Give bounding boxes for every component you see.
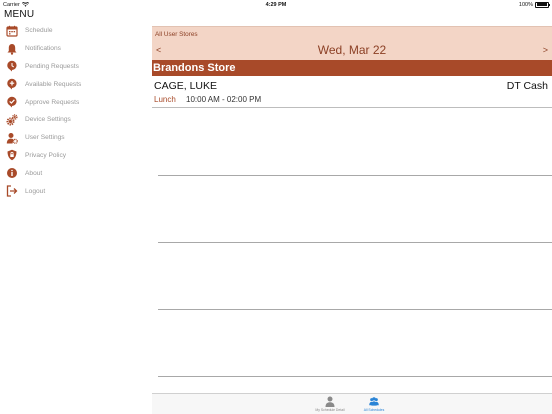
sidebar-item-pending-requests[interactable]: Pending Requests [0, 58, 150, 76]
schedule-content: All User Stores < Wed, Mar 22 > Brandons… [152, 26, 552, 108]
sidebar-item-label: Notifications [25, 45, 61, 53]
list-divider [158, 175, 552, 176]
sidebar-item-label: Logout [25, 187, 46, 195]
tab-my-schedule-detail[interactable]: My Schedule Detail [308, 396, 352, 412]
list-divider [158, 309, 552, 310]
break-label: Lunch [154, 95, 176, 104]
battery-indicator: 100% [518, 1, 550, 8]
sidebar-item-label: Privacy Policy [25, 151, 67, 159]
user-settings-icon [6, 132, 18, 144]
sidebar-item-about[interactable]: About [0, 164, 150, 182]
calendar-icon [6, 25, 18, 37]
available-icon [6, 78, 18, 90]
sidebar-item-device-settings[interactable]: Device Settings [0, 111, 150, 129]
sidebar-item-approve-requests[interactable]: Approve Requests [0, 93, 150, 111]
status-bar: Carrier 4:29 PM 100% [0, 0, 552, 9]
list-divider [158, 242, 552, 243]
employee-name: CAGE, LUKE [154, 80, 218, 92]
store-filter[interactable]: All User Stores [155, 31, 198, 38]
pending-icon [6, 60, 18, 72]
date-header: All User Stores < Wed, Mar 22 > [152, 26, 552, 60]
info-icon [6, 167, 18, 179]
tab-label: All Schedules [363, 407, 385, 412]
bell-icon [6, 43, 18, 55]
sidebar-item-logout[interactable]: Logout [0, 182, 150, 200]
status-time: 4:29 PM [265, 1, 287, 8]
gears-icon [6, 114, 18, 126]
sidebar-item-label: Pending Requests [25, 62, 79, 70]
sidebar-item-privacy-policy[interactable]: Privacy Policy [0, 147, 150, 165]
sidebar-menu: Schedule Notifications Pending Requests … [0, 22, 150, 200]
person-icon [325, 396, 335, 407]
approve-icon [6, 96, 18, 108]
sidebar-item-label: User Settings [25, 134, 65, 142]
current-date: Wed, Mar 22 [317, 43, 387, 57]
sidebar-item-label: About [25, 169, 43, 177]
shift-row[interactable]: CAGE, LUKE DT Cash Lunch 10:00 AM - 02:0… [152, 76, 552, 108]
tab-bar: My Schedule Detail All Schedules [152, 393, 552, 414]
sidebar-item-notifications[interactable]: Notifications [0, 40, 150, 58]
sidebar-item-label: Device Settings [25, 116, 71, 124]
logout-icon [6, 185, 18, 197]
tab-all-schedules[interactable]: All Schedules [352, 396, 396, 412]
sidebar-item-label: Available Requests [25, 80, 82, 88]
menu-title: MENU [4, 9, 35, 20]
group-icon [369, 397, 379, 406]
battery-percent: 100% [518, 1, 533, 8]
sidebar-item-label: Approve Requests [25, 98, 80, 106]
next-day-button[interactable]: > [543, 45, 548, 55]
sidebar-item-schedule[interactable]: Schedule [0, 22, 150, 40]
shield-icon [6, 149, 18, 161]
sidebar-item-user-settings[interactable]: User Settings [0, 129, 150, 147]
store-name: Brandons Store [152, 60, 552, 76]
department-name: DT Cash [506, 80, 548, 92]
tab-label: My Schedule Detail [315, 407, 345, 412]
list-divider [158, 376, 552, 377]
shift-time: 10:00 AM - 02:00 PM [186, 95, 262, 104]
sidebar-item-available-requests[interactable]: Available Requests [0, 75, 150, 93]
battery-icon [535, 1, 550, 8]
sidebar-item-label: Schedule [25, 27, 53, 35]
